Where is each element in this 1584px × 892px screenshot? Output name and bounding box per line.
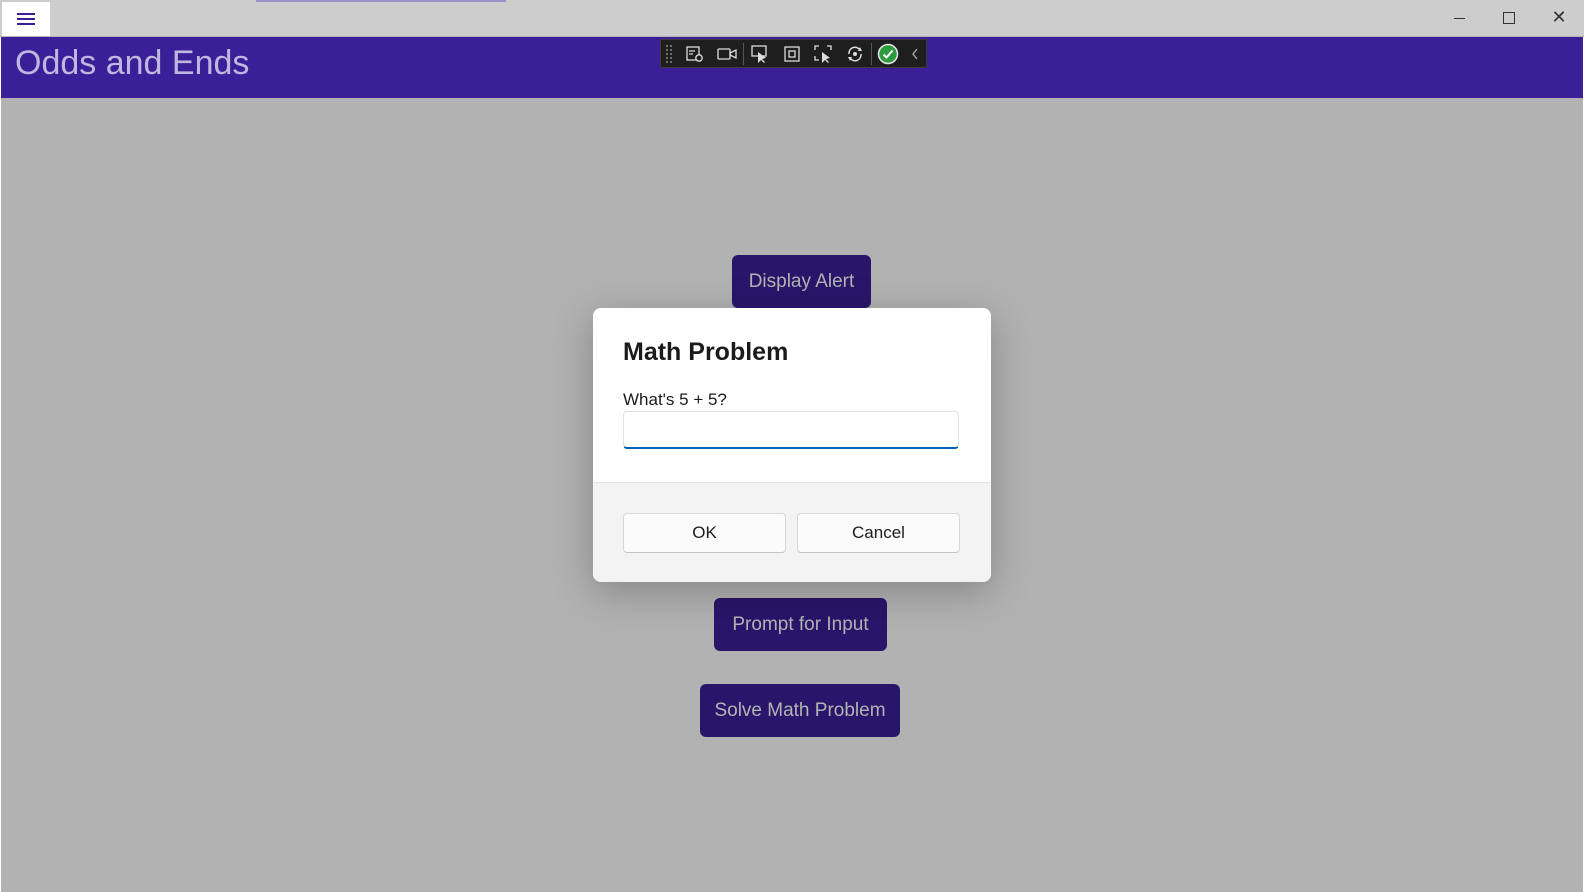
maximize-icon [1503,12,1515,24]
collapse-toolbar-button[interactable] [904,41,926,66]
close-icon: ✕ [1551,7,1567,28]
dialog-message: What's 5 + 5? [623,390,727,409]
display-layout-adorners-icon [783,45,800,62]
prompt-dialog: Math Problem What's 5 + 5? OK Cancel [593,308,991,582]
xaml-debug-toolbar [660,39,927,68]
minimize-button[interactable] [1434,0,1484,36]
hamburger-menu-button[interactable] [2,2,50,36]
cancel-button[interactable]: Cancel [797,513,960,553]
layout-adorners-button[interactable] [776,41,808,66]
title-bar: ✕ [0,0,1584,37]
select-element-icon [751,44,767,63]
maximize-button[interactable] [1484,0,1534,36]
dialog-footer: OK Cancel [593,482,991,582]
live-visual-tree-button[interactable] [679,41,711,66]
app-window: ✕ Odds and Ends Display Alert Prompt for… [0,0,1584,892]
record-button[interactable] [711,41,743,66]
page-title: Odds and Ends [15,44,250,82]
window-controls: ✕ [1434,0,1584,36]
track-focus-button[interactable] [807,41,839,66]
toolbar-grip[interactable] [665,44,673,63]
accessibility-check-button[interactable] [872,41,904,66]
select-element-button[interactable] [744,41,776,66]
collapse-icon [912,48,918,59]
dialog-title: Math Problem [623,338,789,366]
minimize-icon [1453,17,1465,19]
dialog-body: Math Problem What's 5 + 5? [593,308,991,482]
record-icon [717,47,737,60]
track-focus-icon [814,44,833,63]
hot-reload-icon [848,46,863,61]
hamburger-icon [17,13,35,25]
answer-input[interactable] [623,411,959,449]
accessibility-check-icon [877,43,899,64]
close-button[interactable]: ✕ [1534,0,1584,36]
title-bar-accent [256,0,506,2]
ok-button[interactable]: OK [623,513,786,553]
hot-reload-button[interactable] [839,41,871,66]
live-visual-tree-icon [686,45,703,62]
